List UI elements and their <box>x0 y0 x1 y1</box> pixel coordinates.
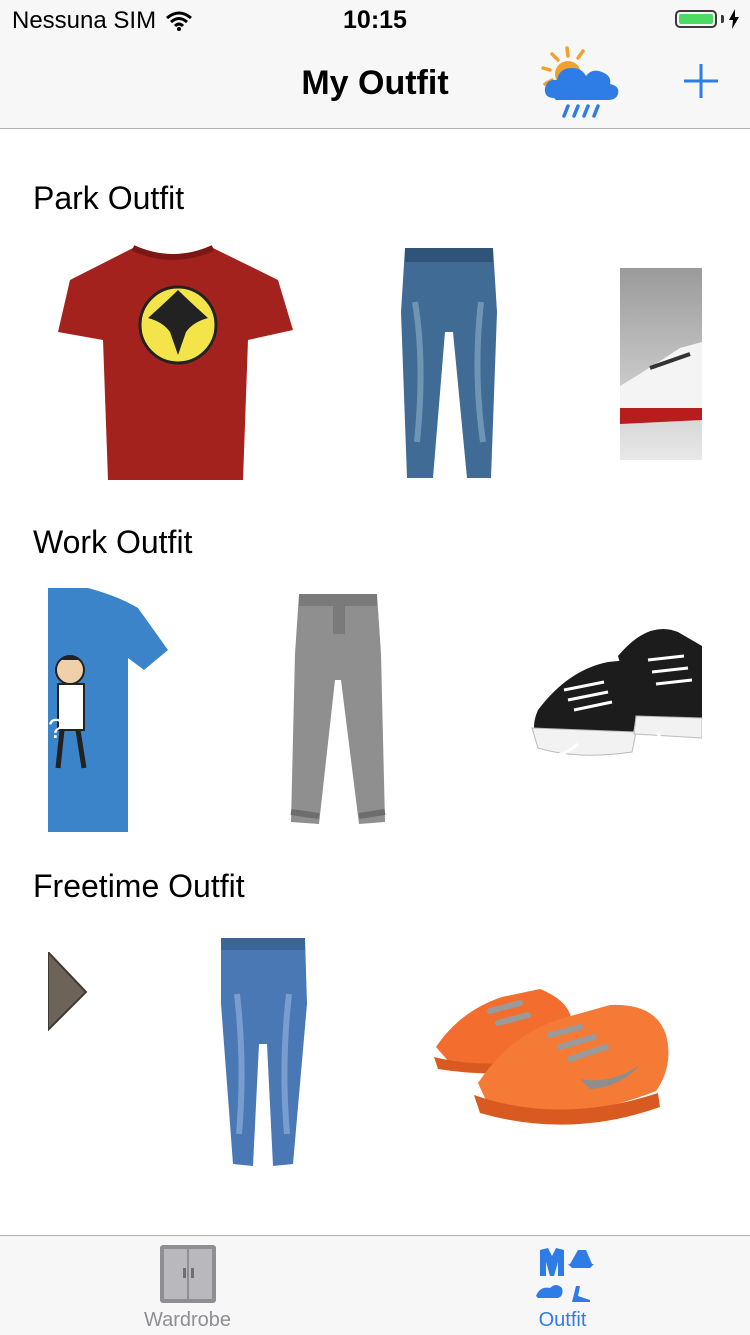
svg-text:?: ? <box>48 713 64 744</box>
gray-shirt-image[interactable] <box>48 952 88 1032</box>
plus-icon[interactable] <box>680 60 722 102</box>
battery-icon <box>675 10 717 28</box>
status-right <box>675 9 740 29</box>
white-sneaker-photo-image[interactable] <box>620 268 702 460</box>
weather-cloud-rain-sun-icon[interactable] <box>540 46 620 118</box>
gray-chinos-image[interactable] <box>285 590 393 828</box>
battery-cap <box>721 15 724 23</box>
status-bar: Nessuna SIM 10:15 <box>0 0 750 40</box>
wardrobe-icon <box>160 1245 216 1303</box>
battery-fill <box>679 14 713 24</box>
red-tshirt-image[interactable] <box>48 240 298 485</box>
orange-running-shoes-image[interactable] <box>430 975 676 1133</box>
outfit-title-park: Park Outfit <box>33 180 185 216</box>
skinny-jeans-image[interactable] <box>215 934 311 1170</box>
tab-label-wardrobe: Wardrobe <box>143 1309 232 1331</box>
tab-label-outfit: Outfit <box>538 1309 587 1331</box>
tab-wardrobe[interactable]: Wardrobe <box>0 1236 375 1335</box>
status-time: 10:15 <box>343 6 407 34</box>
outfit-title-freetime: Freetime Outfit <box>33 868 245 904</box>
black-converse-sneakers-image[interactable] <box>508 620 702 796</box>
tab-outfit[interactable]: Outfit <box>375 1236 750 1335</box>
nav-bar: My Outfit <box>0 40 750 129</box>
outfit-title-work: Work Outfit <box>33 524 193 560</box>
outfit-icon <box>536 1248 594 1302</box>
page-title: My Outfit <box>301 64 449 102</box>
blue-cartoon-tshirt-image[interactable]: ? <box>48 588 170 834</box>
tab-bar: Wardrobe Outfit <box>0 1235 750 1335</box>
blue-jeans-image[interactable] <box>395 242 505 482</box>
charging-bolt-icon <box>729 9 739 29</box>
